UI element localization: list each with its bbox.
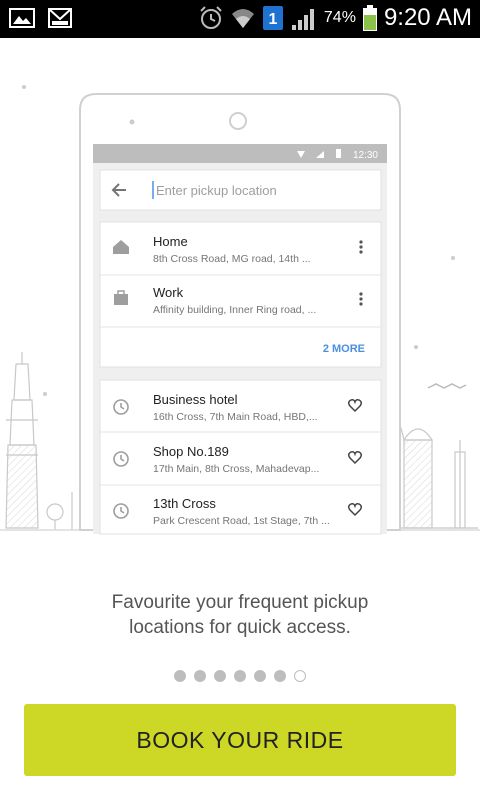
- saved-item-title: Work: [153, 285, 184, 300]
- page-indicator-dot[interactable]: [274, 670, 286, 682]
- badge-count: 1: [268, 11, 277, 28]
- recent-item-title: 13th Cross: [153, 496, 216, 511]
- caption-line: Favourite your frequent pickup: [111, 592, 369, 613]
- page-indicator-dot[interactable]: [194, 670, 206, 682]
- search-input[interactable]: Enter pickup location: [156, 183, 277, 198]
- page-indicator: [0, 670, 480, 682]
- more-link[interactable]: 2 MORE: [323, 343, 365, 355]
- recent-item-title: Shop No.189: [153, 444, 229, 459]
- recent-item-title: Business hotel: [153, 392, 238, 407]
- onboarding-caption: Favourite your frequent pickup locations…: [0, 590, 480, 640]
- saved-item-subtitle: Affinity building, Inner Ring road, ...: [153, 304, 316, 316]
- email-notification-icon: [48, 8, 72, 28]
- more-vert-icon: [359, 240, 363, 254]
- page-indicator-dot[interactable]: [294, 670, 306, 682]
- badge-icon: 1: [262, 6, 283, 30]
- battery-icon: [362, 5, 377, 31]
- page-indicator-dot[interactable]: [214, 670, 226, 682]
- caption-line: locations for quick access.: [129, 617, 351, 638]
- mock-phone-frame: 12:30 Enter pickup location Home 8th Cro…: [79, 93, 401, 535]
- onboarding-illustration: 12:30 Enter pickup location Home 8th Cro…: [0, 38, 480, 550]
- right-monument-illustration: [397, 419, 478, 529]
- alarm-icon: [200, 6, 222, 29]
- status-time: 9:20 AM: [383, 4, 472, 31]
- book-your-ride-button[interactable]: BOOK YOUR RIDE: [24, 704, 456, 776]
- recent-item-subtitle: 16th Cross, 7th Main Road, HBD,...: [153, 411, 318, 423]
- left-tower-illustration: [5, 352, 39, 529]
- page-indicator-dot[interactable]: [234, 670, 246, 682]
- status-bar: 1 74% 9:20 AM: [0, 0, 480, 38]
- signal-icon: [291, 9, 314, 30]
- page-indicator-dot[interactable]: [174, 670, 186, 682]
- saved-item-title: Home: [153, 234, 188, 249]
- gallery-notification-icon: [9, 8, 35, 28]
- recent-item-subtitle: Park Crescent Road, 1st Stage, 7th ...: [153, 515, 330, 527]
- saved-item-subtitle: 8th Cross Road, MG road, 14th ...: [153, 253, 311, 265]
- recent-item-subtitle: 17th Main, 8th Cross, Mahadevap...: [153, 463, 319, 475]
- more-vert-icon: [359, 292, 363, 306]
- battery-percent: 74%: [323, 9, 356, 26]
- mock-phone-clock: 12:30: [353, 150, 378, 161]
- page-indicator-dot[interactable]: [254, 670, 266, 682]
- wifi-icon: [231, 9, 254, 28]
